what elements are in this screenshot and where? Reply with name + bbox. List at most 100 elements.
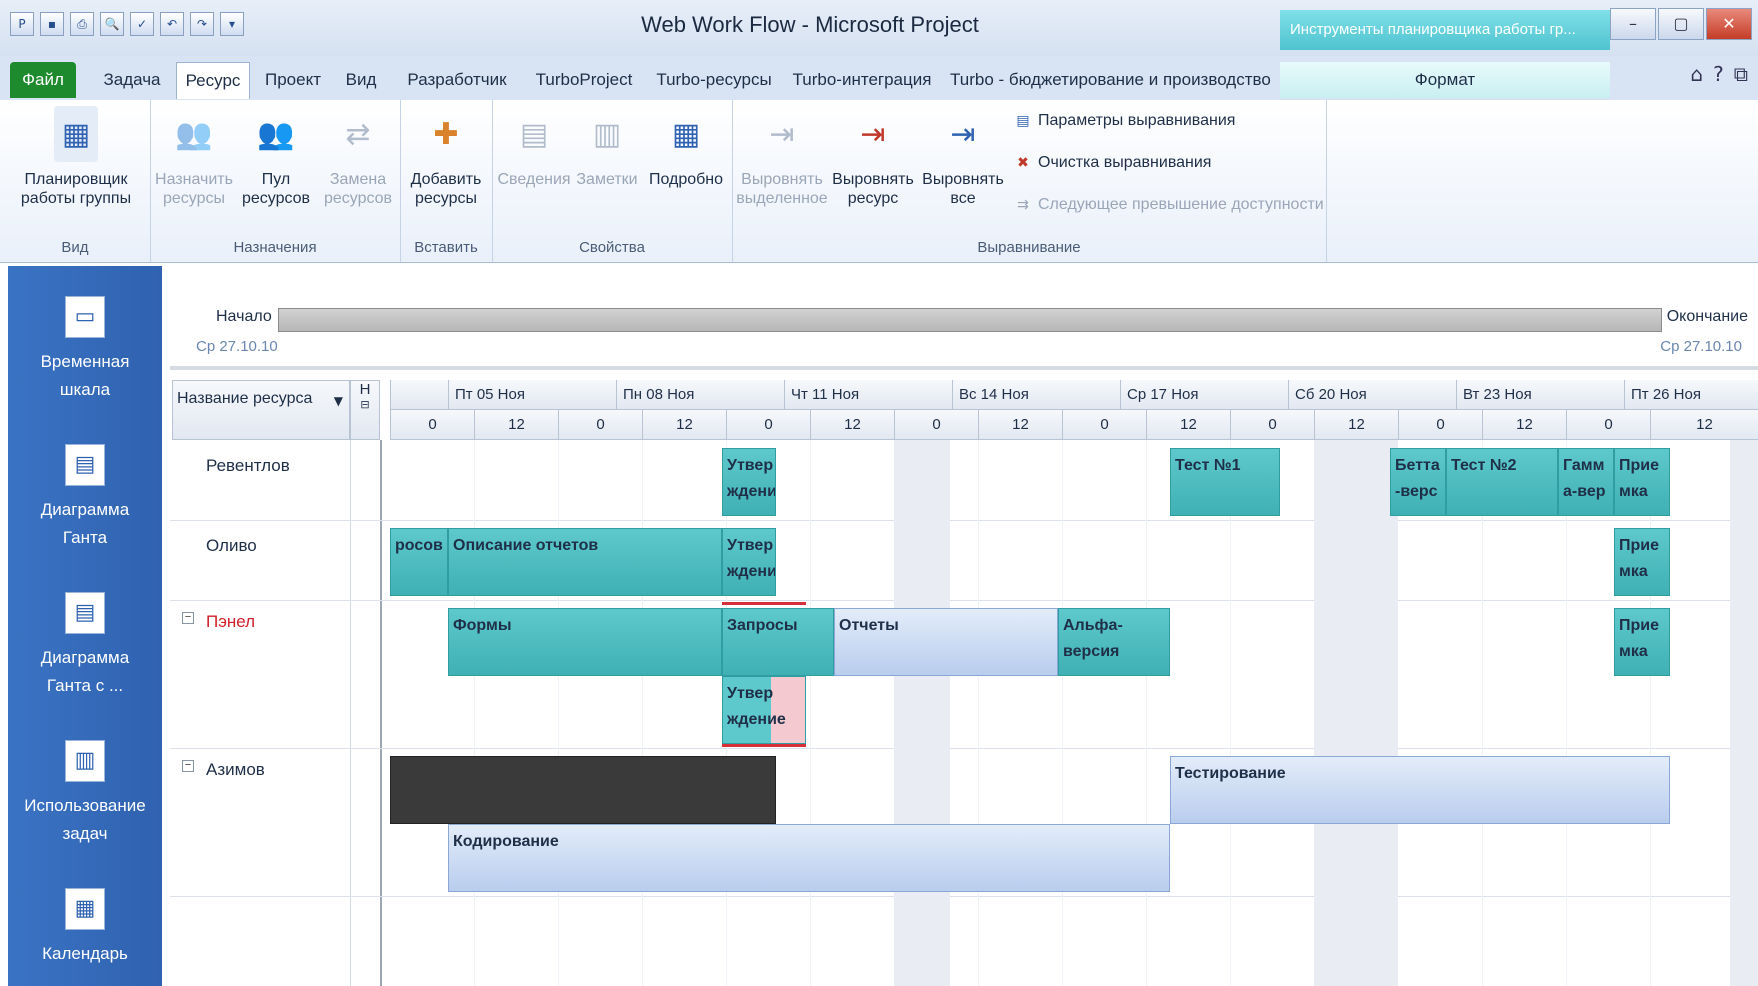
view-task-usage[interactable]: ▥ Использование задач: [8, 740, 162, 848]
day-header: Ср 17 Ноя: [1120, 380, 1288, 410]
view-gantt-label2: Ганта: [62, 528, 108, 547]
tab-turbo-integration[interactable]: Turbo-интеграция: [790, 62, 934, 98]
add-label2: ресурсы: [414, 190, 477, 207]
level-selection-button[interactable]: ⇥ Выровнять выделенное: [736, 106, 828, 208]
clear-leveling-icon: ✖: [1017, 155, 1029, 171]
task-bar[interactable]: Описание отчетов: [448, 528, 722, 596]
sort-dropdown-icon[interactable]: ▼: [334, 383, 343, 419]
assign-resources-button[interactable]: 👥 Назначить ресурсы: [154, 106, 234, 208]
hour-header: 0: [726, 410, 810, 440]
group-leveling: ⇥ Выровнять выделенное ⇥ Выровнять ресур…: [732, 100, 1327, 262]
task-bar[interactable]: Утвер ждение: [722, 448, 776, 516]
undo-icon[interactable]: ↶: [160, 12, 184, 36]
tab-turbo-budgeting[interactable]: Turbo - бюджетирование и производство: [950, 62, 1271, 98]
minimize-icon[interactable]: –: [1610, 8, 1656, 40]
print-preview-icon[interactable]: 🔍: [100, 12, 124, 36]
resource-azimov[interactable]: Азимов: [206, 760, 265, 780]
task-bar[interactable]: Тестирование: [1170, 756, 1670, 824]
task-bar[interactable]: Формы: [448, 608, 722, 676]
task-bar[interactable]: Альфа- версия: [1058, 608, 1170, 676]
customize-qat-icon[interactable]: ▾: [220, 12, 244, 36]
hour-header: 12: [1314, 410, 1398, 440]
clear-leveling-button[interactable]: ✖ Очистка выравнивания: [1014, 154, 1211, 172]
task-bar[interactable]: Тест №1: [1170, 448, 1280, 516]
level-resource-button[interactable]: ⇥ Выровнять ресурс: [828, 106, 918, 208]
grid-line: [810, 440, 811, 986]
tab-project[interactable]: Проект: [258, 62, 328, 98]
resource-reventlov[interactable]: Ревентлов: [206, 456, 290, 476]
spelling-icon[interactable]: ✓: [130, 12, 154, 36]
print-icon[interactable]: ⎙: [70, 12, 94, 36]
task-bar[interactable]: Гамм а-вер: [1558, 448, 1614, 516]
hour-header: 0: [390, 410, 474, 440]
details-button[interactable]: ▦ Подробно: [642, 106, 730, 189]
quick-access-toolbar: P ▪ ⎙ 🔍 ✓ ↶ ↷ ▾: [10, 12, 244, 36]
team-planner-button[interactable]: ▦ Планировщик работы группы: [6, 106, 146, 208]
view-task-usage-label2: задач: [62, 824, 108, 843]
replace-resources-button[interactable]: ⇄ Замена ресурсов: [316, 106, 400, 208]
add-resources-button[interactable]: ✚ Добавить ресурсы: [404, 106, 488, 208]
leveling-options-button[interactable]: ▤ Параметры выравнивания: [1014, 112, 1235, 130]
column-header-n[interactable]: Н ⊟: [350, 380, 380, 440]
view-tracking-gantt[interactable]: ▤ Диаграмма Ганта с ...: [8, 592, 162, 700]
tab-turboproject[interactable]: TurboProject: [528, 62, 640, 98]
tab-turbo-resources[interactable]: Turbo-ресурсы: [650, 62, 778, 98]
save-icon[interactable]: ▪: [40, 12, 64, 36]
tab-format[interactable]: Формат: [1280, 62, 1610, 98]
resource-olivo[interactable]: Оливо: [206, 536, 257, 556]
view-gantt[interactable]: ▤ Диаграмма Ганта: [8, 444, 162, 552]
hour-header: 12: [810, 410, 894, 440]
task-bar-dark[interactable]: [390, 756, 776, 824]
view-task-usage-label1: Использование: [24, 796, 146, 815]
timeline-bar[interactable]: [278, 308, 1662, 332]
notes-button[interactable]: ▥ Заметки: [572, 106, 642, 189]
project-window: P ▪ ⎙ 🔍 ✓ ↶ ↷ ▾ Web Work Flow - Microsof…: [0, 0, 1758, 986]
next-overallocation-button[interactable]: ⇉ Следующее превышение доступности: [1014, 196, 1324, 214]
hour-header: 12: [642, 410, 726, 440]
task-bar[interactable]: Запросы: [722, 608, 834, 676]
task-bar[interactable]: Тест №2: [1446, 448, 1558, 516]
restore-icon[interactable]: ▢: [1658, 8, 1704, 40]
view-calendar[interactable]: ▦ Календарь: [8, 888, 162, 968]
project-app-icon[interactable]: P: [10, 12, 34, 36]
tab-task[interactable]: Задача: [92, 62, 172, 98]
collapse-icon[interactable]: −: [182, 760, 194, 772]
task-bar[interactable]: Утвер ждение: [722, 528, 776, 596]
task-bar[interactable]: Прие мка: [1614, 448, 1670, 516]
close-icon[interactable]: ✕: [1706, 8, 1752, 40]
gantt-chart-icon: ▤: [65, 444, 105, 486]
task-bar[interactable]: Прие мка: [1614, 528, 1670, 596]
information-button[interactable]: ▤ Сведения: [496, 106, 572, 189]
notes-label: Заметки: [576, 171, 638, 188]
column-header-resource-name[interactable]: Название ресурса ▼: [172, 380, 350, 440]
tab-developer[interactable]: Разработчик: [396, 62, 518, 98]
collapse-icon[interactable]: −: [182, 612, 194, 624]
task-bar[interactable]: Кодирование: [448, 824, 1170, 892]
minimize-ribbon-icon[interactable]: ⌂: [1690, 62, 1703, 86]
pool-label1: Пул: [261, 171, 291, 188]
day-header: Пт 26 Ноя: [1624, 380, 1758, 410]
level-all-button[interactable]: ⇥ Выровнять все: [918, 106, 1008, 208]
task-bar[interactable]: Отчеты: [834, 608, 1058, 676]
resource-pool-button[interactable]: 👥 Пул ресурсов: [236, 106, 316, 208]
task-bar[interactable]: Бетта -верс: [1390, 448, 1446, 516]
task-bar[interactable]: Прие мка: [1614, 608, 1670, 676]
grid-line: [978, 440, 979, 986]
clear-leveling-label: Очистка выравнивания: [1038, 154, 1212, 171]
team-planner-grid: Название ресурса ▼ Н ⊟ Ревентлов Оливо −…: [170, 380, 1758, 986]
resource-panel[interactable]: Пэнел: [206, 612, 255, 632]
help-icon[interactable]: ?: [1713, 62, 1724, 86]
tab-file[interactable]: Файл: [10, 62, 76, 98]
replace-label2: ресурсов: [323, 190, 393, 207]
tab-resource[interactable]: Ресурс: [176, 62, 250, 99]
task-bar[interactable]: росов: [390, 528, 448, 596]
task-bar[interactable]: Утвер ждение: [722, 676, 806, 744]
hour-header: 12: [1650, 410, 1758, 440]
tab-view[interactable]: Вид: [338, 62, 384, 98]
group-view-label: Вид: [61, 239, 89, 256]
view-timeline[interactable]: ▭ Временная шкала: [8, 296, 162, 404]
restore-window-icon[interactable]: ⧉: [1734, 62, 1748, 86]
hour-header: 0: [1230, 410, 1314, 440]
redo-icon[interactable]: ↷: [190, 12, 214, 36]
nonworking-time: [1730, 440, 1758, 986]
